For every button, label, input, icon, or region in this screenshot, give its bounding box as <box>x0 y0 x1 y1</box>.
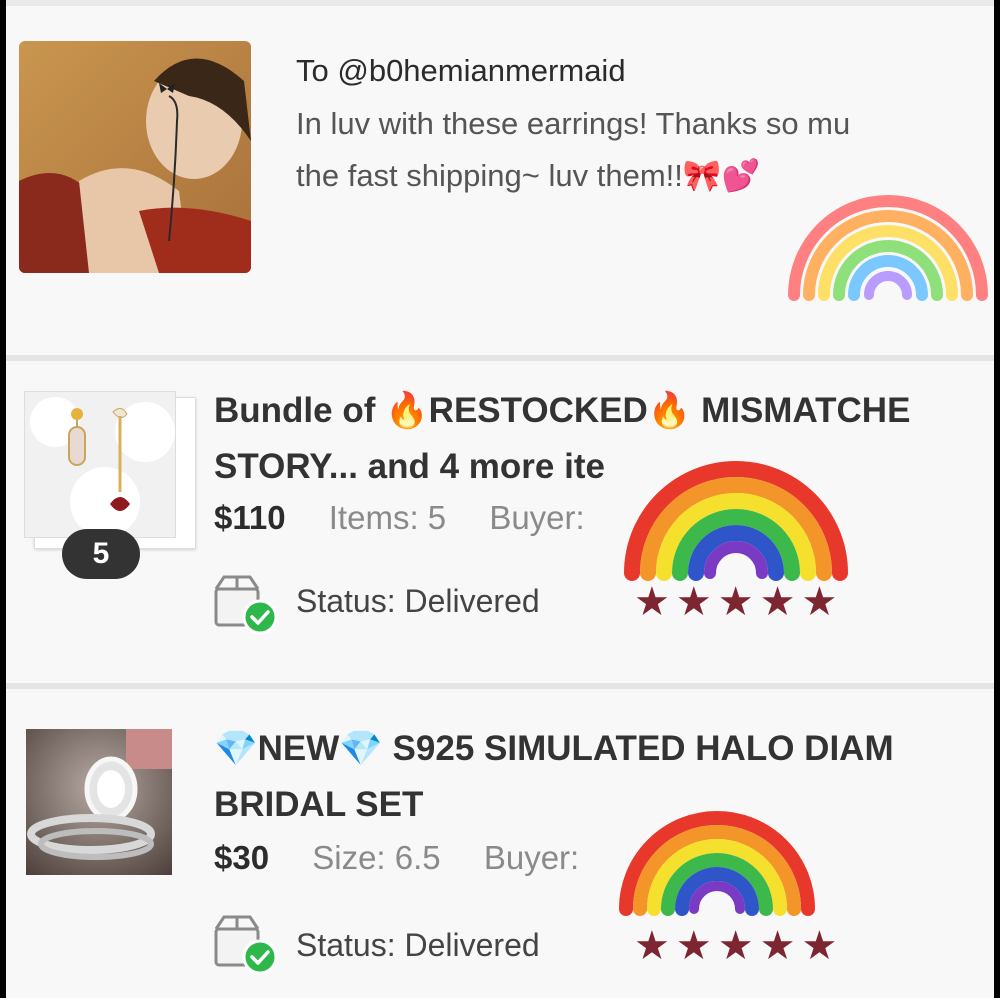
listing-title-line-1: 💎NEW💎 S925 SIMULATED HALO DIAM <box>214 729 894 768</box>
rainbow-sticker <box>624 461 848 581</box>
package-delivered-icon <box>214 575 278 635</box>
star-rating: ★★★★★ <box>634 580 844 624</box>
package-delivered-icon <box>214 915 278 975</box>
price: $110 <box>214 499 286 536</box>
ring-image[interactable] <box>26 729 172 875</box>
note-message-line-1: In luv with these earrings! Thanks so mu <box>296 106 851 141</box>
star-rating: ★★★★★ <box>634 924 844 968</box>
love-note-card: To @b0hemianmermaid In luv with these ea… <box>6 8 994 358</box>
note-recipient: To @b0hemianmermaid <box>296 53 626 88</box>
order-meta: $110 Items: 5 Buyer: <box>214 499 585 537</box>
poshmark-sales-screen: To @b0hemianmermaid In luv with these ea… <box>6 0 994 998</box>
earrings-image <box>24 391 176 538</box>
item-count-badge: 5 <box>62 529 140 579</box>
rainbow-sticker <box>619 811 815 916</box>
rainbow-sticker <box>788 195 988 301</box>
order-row-bundle[interactable]: 5 Bundle of 🔥RESTOCKED🔥 MISMATCHE STORY.… <box>6 361 994 681</box>
order-status: Status: Delivered <box>296 583 540 619</box>
item-count: Items: 5 <box>328 499 447 536</box>
price: $30 <box>214 839 270 876</box>
buyer-photo[interactable] <box>19 41 251 273</box>
buyer-label: Buyer: <box>483 839 580 876</box>
order-status: Status: Delivered <box>296 927 540 963</box>
top-edge <box>6 0 994 6</box>
order-row-ring[interactable]: 💎NEW💎 S925 SIMULATED HALO DIAM BRIDAL SE… <box>6 689 994 998</box>
order-meta: $30 Size: 6.5 Buyer: <box>214 839 579 877</box>
buyer-label: Buyer: <box>489 499 585 536</box>
listing-title-line-1: Bundle of 🔥RESTOCKED🔥 MISMATCHE <box>214 391 911 430</box>
size: Size: 6.5 <box>312 839 441 876</box>
